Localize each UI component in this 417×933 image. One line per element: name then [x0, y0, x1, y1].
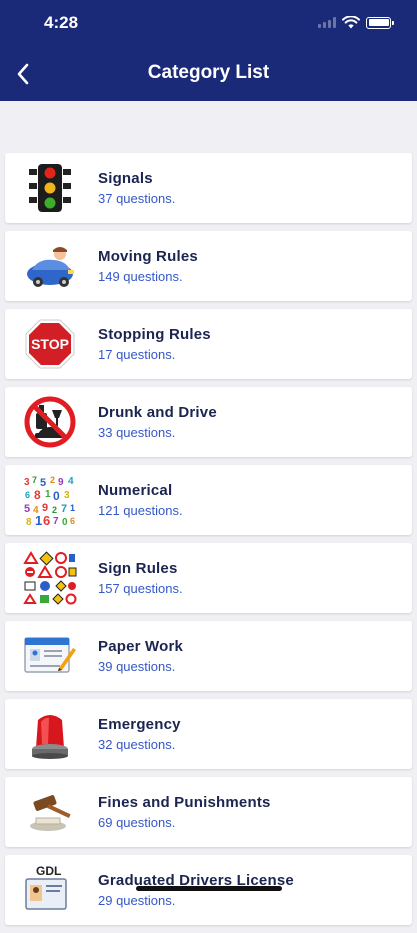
question-count: 69 questions.: [98, 815, 176, 830]
question-count: 37 questions.: [98, 191, 176, 206]
question-count: 39 questions.: [98, 659, 176, 674]
svg-text:1: 1: [45, 489, 51, 500]
app-header: 4:28 Category List: [0, 0, 417, 101]
category-item-fines-and-punishments[interactable]: Fines and Punishments 69 questions.: [5, 777, 412, 847]
svg-text:8: 8: [26, 517, 32, 527]
numbers-icon: 3 7 5 2 9 4 6 8 1 0 3 5 4 9 2 7 1 8 1 6: [22, 473, 78, 527]
question-count: 29 questions.: [98, 893, 176, 908]
svg-text:2: 2: [50, 475, 55, 485]
wifi-icon: [342, 16, 360, 29]
category-name: Stopping Rules: [98, 326, 211, 343]
category-name: Signals: [98, 170, 153, 187]
category-name: Fines and Punishments: [98, 794, 271, 811]
svg-text:6: 6: [25, 490, 30, 500]
battery-icon: [366, 16, 394, 29]
category-name: Sign Rules: [98, 560, 178, 577]
category-item-emergency[interactable]: Emergency 32 questions.: [5, 699, 412, 769]
svg-text:8: 8: [34, 488, 41, 502]
svg-text:2: 2: [52, 505, 57, 515]
svg-text:1: 1: [35, 513, 42, 527]
svg-text:7: 7: [61, 503, 67, 515]
svg-text:0: 0: [62, 517, 68, 527]
status-time: 4:28: [44, 13, 79, 32]
page-title: Category List: [147, 62, 270, 83]
category-item-stopping-rules[interactable]: STOP Stopping Rules 17 questions.: [5, 309, 412, 379]
svg-text:0: 0: [53, 489, 60, 503]
document-pencil-icon: [22, 629, 78, 683]
question-count: 33 questions.: [98, 425, 176, 440]
status-bar: 4:28: [0, 0, 417, 48]
category-name: Drunk and Drive: [98, 404, 217, 421]
question-count: 32 questions.: [98, 737, 176, 752]
svg-text:3: 3: [64, 490, 70, 501]
svg-text:6: 6: [43, 513, 50, 527]
road-signs-icon: [22, 551, 78, 605]
gdl-label: GDL: [36, 864, 61, 878]
category-name: Moving Rules: [98, 248, 198, 265]
cellular-signal-icon: [318, 17, 336, 28]
svg-text:7: 7: [32, 475, 37, 485]
category-list: Signals 37 questions. Moving Rules 149 q…: [5, 153, 412, 933]
question-count: 157 questions.: [98, 581, 183, 596]
svg-text:1: 1: [70, 503, 75, 513]
svg-text:STOP: STOP: [31, 336, 69, 352]
gavel-icon: [22, 785, 78, 839]
stop-sign-icon: STOP: [22, 317, 78, 371]
category-item-sign-rules[interactable]: Sign Rules 157 questions.: [5, 543, 412, 613]
category-item-moving-rules[interactable]: Moving Rules 149 questions.: [5, 231, 412, 301]
no-drunk-driving-icon: [22, 395, 78, 449]
category-item-numerical[interactable]: 3 7 5 2 9 4 6 8 1 0 3 5 4 9 2 7 1 8 1 6: [5, 465, 412, 535]
category-item-paper-work[interactable]: Paper Work 39 questions.: [5, 621, 412, 691]
category-item-signals[interactable]: Signals 37 questions.: [5, 153, 412, 223]
question-count: 17 questions.: [98, 347, 176, 362]
svg-text:5: 5: [24, 503, 30, 515]
drivers-license-icon: GDL: [22, 863, 78, 917]
category-name: Emergency: [98, 716, 181, 733]
category-name: Paper Work: [98, 638, 184, 655]
category-name: Numerical: [98, 482, 173, 499]
status-icons: [318, 16, 394, 29]
svg-text:6: 6: [70, 516, 75, 526]
svg-text:3: 3: [24, 477, 30, 488]
car-driver-icon: [22, 239, 78, 293]
svg-text:4: 4: [68, 476, 74, 487]
svg-text:7: 7: [53, 516, 59, 527]
question-count: 149 questions.: [98, 269, 183, 284]
siren-icon: [22, 707, 78, 761]
svg-text:9: 9: [58, 477, 64, 488]
traffic-light-icon: [22, 161, 78, 215]
question-count: 121 questions.: [98, 503, 183, 518]
category-item-drunk-and-drive[interactable]: Drunk and Drive 33 questions.: [5, 387, 412, 457]
svg-text:5: 5: [40, 477, 46, 489]
home-indicator[interactable]: [136, 886, 282, 891]
